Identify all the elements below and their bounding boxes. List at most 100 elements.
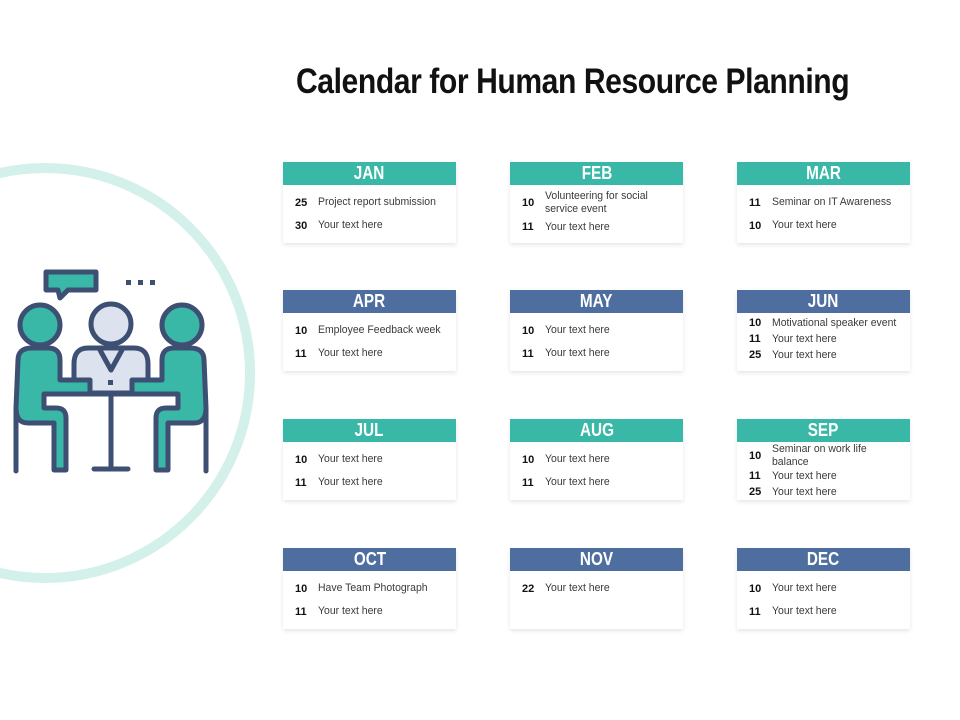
event-text: Your text here	[772, 219, 837, 231]
event-row: 11 Seminar on IT Awareness	[749, 191, 910, 214]
month-header: JUN	[737, 290, 910, 313]
event-day: 11	[522, 347, 534, 360]
month-name: JUN	[808, 291, 839, 311]
event-day: 11	[295, 605, 307, 618]
event-list: 10 Volunteering for social service event 1…	[510, 185, 683, 243]
month-header: OCT	[283, 548, 456, 571]
month-name: OCT	[353, 549, 386, 569]
event-text: Your text here	[545, 582, 610, 594]
event-day: 22	[522, 582, 535, 595]
event-row: 30 Your text here	[295, 214, 456, 237]
event-row: 11 Your text here	[522, 342, 683, 365]
event-row: 11 Your text here	[749, 468, 910, 484]
event-row: 25 Your text here	[749, 484, 910, 500]
event-list: 10 Your text here 11 Your text here	[510, 313, 683, 371]
month-header: NOV	[510, 548, 683, 571]
month-card-apr: APR 10 Employee Feedback week 11 Your text h…	[283, 290, 456, 371]
event-day: 10	[749, 582, 762, 595]
event-list: 10 Your text here 11 Your text here	[510, 442, 683, 500]
month-name: JUL	[355, 420, 384, 440]
event-row: 10 Motivational speaker event	[749, 315, 910, 331]
month-header: AUG	[510, 419, 683, 442]
event-text: Your text here	[772, 332, 837, 345]
event-day: 10	[522, 196, 535, 209]
event-list: 10 Have Team Photograph 11 Your text here	[283, 571, 456, 629]
event-text: Seminar on IT Awareness	[772, 196, 892, 208]
event-day: 10	[522, 453, 535, 466]
ellipsis-dot	[138, 280, 143, 285]
event-day: 25	[295, 196, 308, 209]
month-name: NOV	[579, 549, 614, 569]
month-name: SEP	[808, 420, 839, 440]
month-card-oct: OCT 10 Have Team Photograph 11 Your text her…	[283, 548, 456, 629]
event-text: Have Team Photograph	[318, 582, 428, 594]
month-header: MAR	[737, 162, 910, 185]
event-day: 30	[295, 219, 308, 232]
month-header: MAY	[510, 290, 683, 313]
event-text: Your text here	[545, 220, 610, 233]
event-text: Project report submission	[318, 196, 436, 208]
event-list: 10 Motivational speaker event 11 Your text …	[737, 313, 910, 371]
event-list: 22 Your text here	[510, 571, 683, 629]
event-row: 25 Project report submission	[295, 191, 456, 214]
event-day: 25	[749, 486, 762, 498]
event-text: Motivational speaker event	[772, 316, 897, 329]
event-row: 11 Your text here	[295, 471, 456, 494]
event-day: 11	[295, 347, 307, 360]
month-card-may: MAY 10 Your text here 11 Your text here	[510, 290, 683, 371]
event-text: Employee Feedback week	[318, 324, 441, 336]
event-day: 11	[749, 333, 761, 345]
center-person-head	[88, 301, 134, 347]
event-text: Your text here	[318, 347, 383, 359]
event-text: Your text here	[772, 469, 837, 482]
event-day: 10	[749, 219, 762, 232]
event-row: 10 Your text here	[749, 577, 910, 600]
month-header: JUL	[283, 419, 456, 442]
event-day: 11	[522, 221, 534, 233]
event-row: 10 Seminar on work life balance	[749, 443, 910, 468]
ellipsis-dot	[150, 280, 155, 285]
event-list: 10 Your text here 11 Your text here	[737, 571, 910, 629]
event-day: 11	[749, 470, 761, 482]
event-text: Your text here	[772, 485, 837, 498]
event-row: 10 Have Team Photograph	[295, 577, 456, 600]
event-day: 11	[522, 476, 534, 489]
event-row: 25 Your text here	[749, 347, 910, 363]
event-list: 25 Project report submission 30 Your text h…	[283, 185, 456, 243]
page-title: Calendar for Human Resource Planning	[296, 62, 850, 101]
month-header: JAN	[283, 162, 456, 185]
event-day: 25	[749, 349, 762, 361]
month-name: FEB	[581, 163, 612, 183]
event-row: 11 Your text here	[522, 471, 683, 494]
event-text: Your text here	[318, 476, 383, 488]
speech-bubble-icon	[43, 269, 99, 301]
event-day: 11	[749, 605, 761, 618]
event-text: Your text here	[545, 324, 610, 336]
event-row: 10 Your text here	[295, 448, 456, 471]
month-card-jan: JAN 25 Project report submission 30 Your tex…	[283, 162, 456, 243]
event-day: 10	[749, 450, 762, 462]
event-day: 10	[749, 317, 762, 329]
month-name: DEC	[807, 549, 840, 569]
calendar-grid: JAN 25 Project report submission 30 Your tex…	[283, 162, 913, 632]
month-name: MAR	[806, 163, 841, 183]
ellipsis-dot	[126, 280, 131, 285]
team-meeting-icon	[13, 269, 209, 474]
month-name: AUG	[579, 420, 614, 440]
event-row: 10 Your text here	[749, 214, 910, 237]
event-row: 10 Your text here	[522, 319, 683, 342]
event-day: 10	[522, 324, 535, 337]
event-text: Your text here	[318, 453, 383, 465]
event-list: 10 Employee Feedback week 11 Your text here	[283, 313, 456, 371]
event-text: Your text here	[772, 348, 837, 361]
event-text: Seminar on work life balance	[772, 443, 867, 468]
month-card-nov: NOV 22 Your text here	[510, 548, 683, 629]
event-text: Your text here	[318, 219, 383, 231]
event-day: 10	[295, 582, 308, 595]
month-card-jun: JUN 10 Motivational speaker event 11 Your te…	[737, 290, 910, 371]
event-list: 10 Seminar on work life balance 11 Your tex…	[737, 442, 910, 500]
event-row: 11 Your text here	[295, 342, 456, 365]
event-row: 11 Your text here	[522, 216, 683, 239]
month-header: FEB	[510, 162, 683, 185]
month-card-dec: DEC 10 Your text here 11 Your text here	[737, 548, 910, 629]
